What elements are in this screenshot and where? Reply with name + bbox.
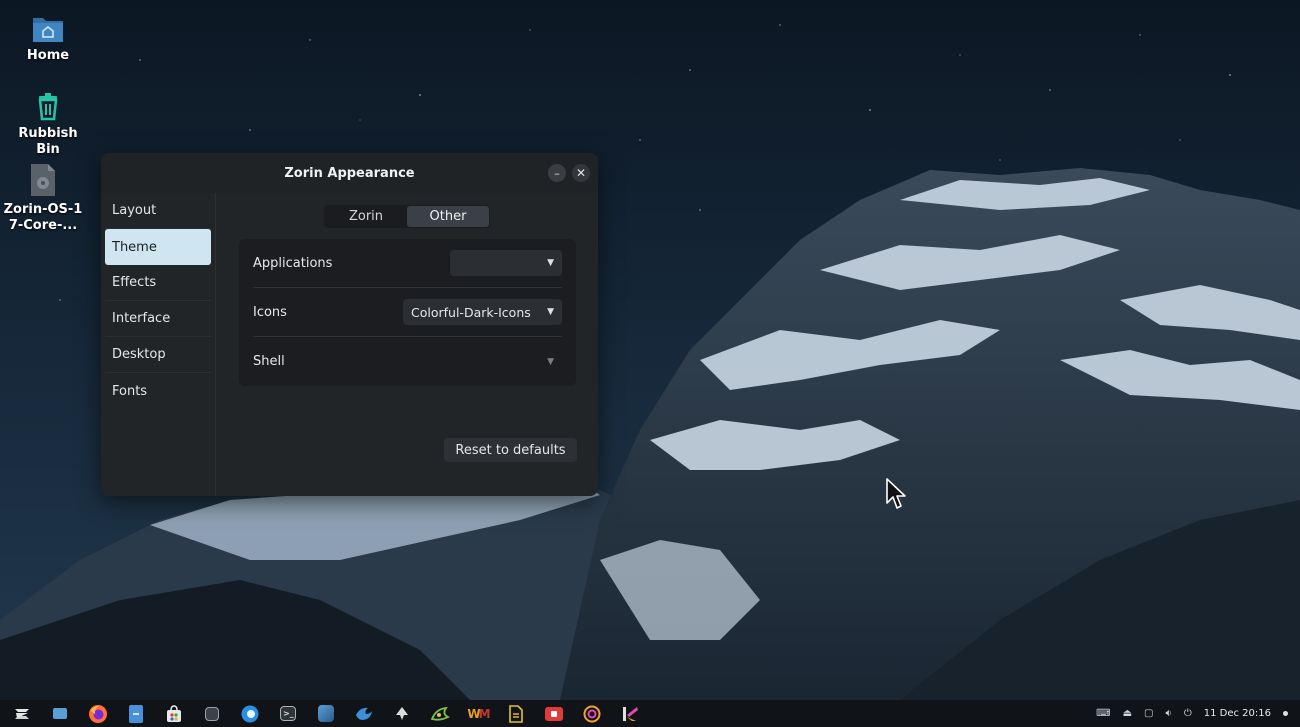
icons-label: Icons	[253, 304, 287, 320]
trash-icon	[38, 93, 58, 121]
taskbar-app-14[interactable]	[502, 703, 530, 725]
image-viewer-icon	[318, 705, 334, 722]
taskbar: >_ WM ⌨ ⏏ ▢ 🔉︎ ⏻ 11 Dec 20:16	[0, 700, 1300, 727]
applications-row: Applications ▼	[253, 239, 562, 288]
sidebar-item-interface[interactable]: Interface	[105, 301, 211, 337]
workspace-icon	[53, 708, 67, 719]
taskbar-app-workspaces[interactable]	[46, 703, 74, 725]
chevron-down-icon: ▼	[547, 356, 554, 367]
document-icon	[509, 704, 523, 723]
shell-dropdown[interactable]: ▼	[522, 349, 562, 375]
theme-settings-card: Applications ▼ Icons Colorful-Dark-Icons…	[239, 239, 576, 386]
shell-label: Shell	[253, 354, 285, 369]
display-icon[interactable]: ▢	[1144, 708, 1153, 719]
files-icon	[129, 704, 143, 723]
icons-row: Icons Colorful-Dark-Icons ▼	[253, 288, 562, 337]
minimize-button[interactable]: –	[548, 164, 566, 182]
taskbar-app-files[interactable]	[122, 703, 150, 725]
toolbox-icon	[545, 706, 563, 721]
wm-icon: WM	[467, 706, 490, 721]
sidebar-item-desktop[interactable]: Desktop	[105, 337, 211, 373]
desktop-icon-home[interactable]: Home	[5, 12, 91, 64]
kdenlive-icon	[623, 706, 638, 721]
reset-to-defaults-button[interactable]: Reset to defaults	[444, 438, 577, 462]
sidebar-item-layout[interactable]: Layout	[105, 193, 211, 229]
home-folder-icon	[33, 18, 63, 42]
taskbar-app-17[interactable]	[616, 703, 644, 725]
shell-row: Shell ▼	[253, 337, 562, 386]
chevron-down-icon: ▼	[547, 307, 554, 317]
taskbar-app-13[interactable]: WM	[464, 703, 492, 725]
taskbar-app-16[interactable]	[578, 703, 606, 725]
taskbar-app-zorin-menu[interactable]	[8, 703, 36, 725]
target-icon	[583, 705, 601, 722]
desktop-icon-label: Rubbish Bin	[18, 126, 78, 157]
close-button[interactable]: ✕	[572, 164, 590, 182]
applications-dropdown[interactable]: ▼	[450, 250, 562, 276]
notification-dot-icon[interactable]	[1283, 711, 1288, 716]
icons-value: Colorful-Dark-Icons	[411, 304, 531, 320]
power-icon[interactable]: ⏻	[1184, 708, 1192, 719]
icons-dropdown[interactable]: Colorful-Dark-Icons ▼	[403, 299, 562, 325]
theme-source-switcher: Zorin Other	[324, 205, 490, 228]
desktop-icon-label: Zorin-OS-17-Core-...	[3, 202, 83, 233]
window-titlebar[interactable]: Zorin Appearance – ✕	[101, 153, 598, 193]
taskbar-app-terminal[interactable]: >_	[274, 703, 302, 725]
keyboard-icon[interactable]: ⌨	[1096, 708, 1110, 719]
chevron-down-icon: ▼	[547, 258, 554, 268]
sidebar-item-fonts[interactable]: Fonts	[105, 373, 211, 409]
paint-icon	[430, 706, 450, 721]
taskbar-app-12[interactable]	[426, 703, 454, 725]
desktop-icon-label: Home	[26, 48, 70, 63]
desktop-screen: Home Rubbish Bin Zorin-OS-17-Core-... Zo…	[0, 0, 1300, 727]
app-box-icon	[205, 706, 219, 721]
sidebar-item-effects[interactable]: Effects	[105, 265, 211, 301]
taskbar-app-firefox[interactable]	[84, 703, 112, 725]
mouse-pointer-icon	[886, 478, 906, 509]
tab-other[interactable]: Other	[407, 206, 489, 227]
taskbar-app-6[interactable]	[198, 703, 226, 725]
tab-zorin[interactable]: Zorin	[325, 206, 407, 227]
window-controls: – ✕	[548, 164, 590, 182]
browser-icon	[241, 705, 259, 722]
system-tray: ⌨ ⏏ ▢ 🔉︎ ⏻ 11 Dec 20:16	[1096, 700, 1288, 727]
desktop-icon-rubbish-bin[interactable]: Rubbish Bin	[5, 90, 91, 158]
taskbar-app-11[interactable]	[388, 703, 416, 725]
taskbar-app-7[interactable]	[236, 703, 264, 725]
eject-icon[interactable]: ⏏	[1123, 708, 1132, 719]
clock[interactable]: 11 Dec 20:16	[1204, 708, 1271, 719]
taskbar-app-software[interactable]	[160, 703, 188, 725]
disc-image-file-icon	[31, 164, 55, 196]
desktop-icon-iso-file[interactable]: Zorin-OS-17-Core-...	[0, 162, 86, 234]
zorin-logo-icon	[15, 708, 29, 719]
applications-label: Applications	[253, 255, 333, 271]
software-store-icon	[167, 704, 181, 722]
inkscape-icon	[396, 706, 408, 720]
zorin-appearance-window: Zorin Appearance – ✕ Layout Theme Effect…	[101, 153, 598, 496]
taskbar-app-10[interactable]	[350, 703, 378, 725]
window-title: Zorin Appearance	[284, 165, 415, 181]
settings-sidebar: Layout Theme Effects Interface Desktop F…	[101, 193, 216, 496]
volume-icon[interactable]: 🔉︎	[1166, 708, 1172, 719]
taskbar-app-9[interactable]	[312, 703, 340, 725]
theme-panel: Zorin Other Applications ▼ Icons Colorfu…	[217, 193, 598, 496]
terminal-icon: >_	[280, 706, 296, 721]
taskbar-app-15[interactable]	[540, 703, 568, 725]
sidebar-item-theme[interactable]: Theme	[105, 229, 211, 265]
firefox-icon	[89, 704, 107, 723]
bird-icon	[356, 707, 372, 720]
